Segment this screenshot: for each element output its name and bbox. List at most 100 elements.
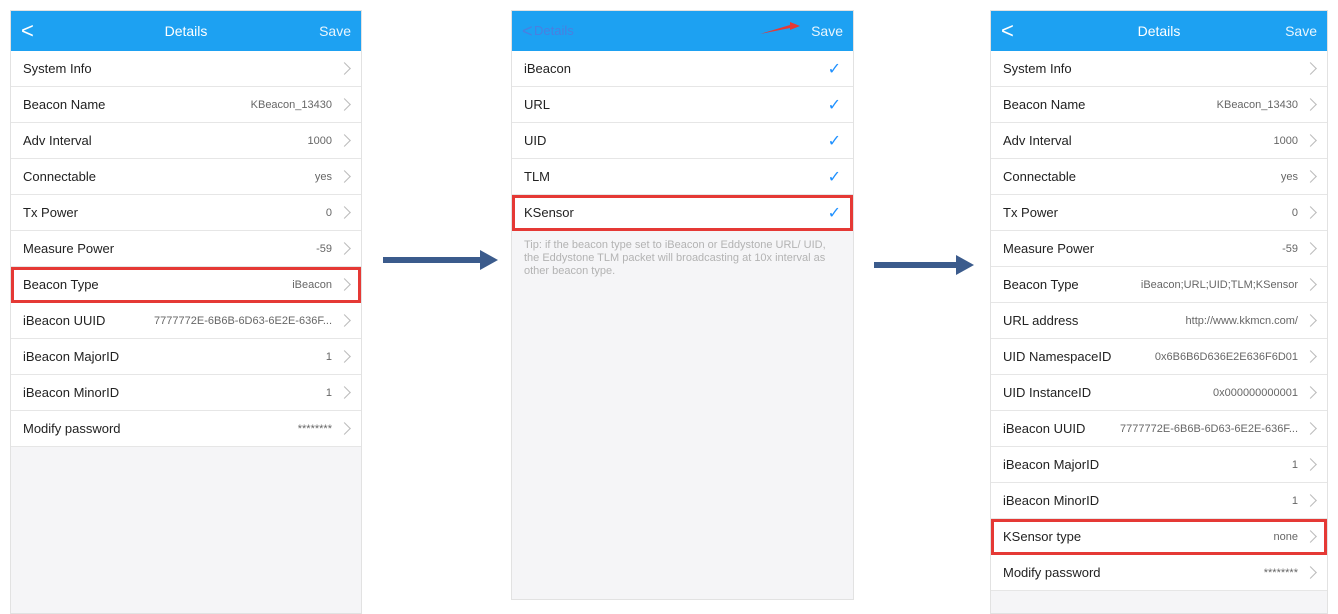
row-label: iBeacon MinorID <box>23 385 120 400</box>
row-tx-power[interactable]: Tx Power 0 <box>11 195 361 231</box>
row-value: 7777772E-6B6B-6D63-6E2E-636F... <box>154 314 332 327</box>
row-label: Modify password <box>23 421 121 436</box>
row-connectable[interactable]: Connectable yes <box>991 159 1327 195</box>
chevron-right-icon <box>338 278 351 291</box>
row-label: System Info <box>23 61 92 76</box>
chevron-right-icon <box>1304 350 1317 363</box>
row-value: ******** <box>1263 566 1298 579</box>
row-label: Beacon Type <box>1003 277 1079 292</box>
row-beacon-name[interactable]: Beacon Name KBeacon_13430 <box>11 87 361 123</box>
row-label: Tx Power <box>23 205 78 220</box>
row-modify-password[interactable]: Modify password ******** <box>11 411 361 447</box>
option-uid[interactable]: UID ✓ <box>512 123 853 159</box>
row-modify-password[interactable]: Modify password ******** <box>991 555 1327 591</box>
option-label: URL <box>524 97 551 112</box>
row-ibeacon-majorid[interactable]: iBeacon MajorID 1 <box>991 447 1327 483</box>
row-ibeacon-uuid[interactable]: iBeacon UUID 7777772E-6B6B-6D63-6E2E-636F… <box>991 411 1327 447</box>
back-button[interactable]: < <box>522 11 533 51</box>
row-measure-power[interactable]: Measure Power -59 <box>11 231 361 267</box>
details-screen-3: < Details Save System Info Beacon Name KB… <box>990 10 1328 614</box>
row-label: iBeacon UUID <box>23 313 106 328</box>
row-ksensor-type[interactable]: KSensor type none <box>991 519 1327 555</box>
save-button[interactable]: Save <box>811 11 843 51</box>
chevron-right-icon <box>1304 206 1317 219</box>
row-ibeacon-minorid[interactable]: iBeacon MinorID 1 <box>991 483 1327 519</box>
row-tx-power[interactable]: Tx Power 0 <box>991 195 1327 231</box>
details-screen-1: < Details Save System Info Beacon Name KB… <box>10 10 362 614</box>
option-label: iBeacon <box>524 61 571 76</box>
nav-bar: < Details Save <box>991 11 1327 51</box>
row-value: http://www.kkmcn.com/ <box>1185 314 1298 327</box>
chevron-right-icon <box>1304 530 1317 543</box>
nav-bar: < Details Save <box>512 11 853 51</box>
row-label: iBeacon UUID <box>1003 421 1086 436</box>
row-measure-power[interactable]: Measure Power -59 <box>991 231 1327 267</box>
option-ibeacon[interactable]: iBeacon ✓ <box>512 51 853 87</box>
chevron-right-icon <box>338 350 351 363</box>
row-adv-interval[interactable]: Adv Interval 1000 <box>11 123 361 159</box>
checkmark-icon: ✓ <box>827 132 841 150</box>
row-beacon-type[interactable]: Beacon Type iBeacon;URL;UID;TLM;KSensor <box>991 267 1327 303</box>
row-label: iBeacon MajorID <box>1003 457 1100 472</box>
save-button[interactable]: Save <box>1285 11 1317 51</box>
row-label: Modify password <box>1003 565 1101 580</box>
option-tlm[interactable]: TLM ✓ <box>512 159 853 195</box>
row-label: Connectable <box>23 169 96 184</box>
row-url-address[interactable]: URL address http://www.kkmcn.com/ <box>991 303 1327 339</box>
row-ibeacon-minorid[interactable]: iBeacon MinorID 1 <box>11 375 361 411</box>
option-url[interactable]: URL ✓ <box>512 87 853 123</box>
row-label: Adv Interval <box>1003 133 1072 148</box>
beacon-type-list: iBeacon ✓ URL ✓ UID ✓ TLM ✓ KSensor ✓ <box>512 51 853 231</box>
row-label: Beacon Type <box>23 277 99 292</box>
row-label: Tx Power <box>1003 205 1058 220</box>
row-uid-instanceid[interactable]: UID InstanceID 0x000000000001 <box>991 375 1327 411</box>
row-uid-namespaceid[interactable]: UID NamespaceID 0x6B6B6D636E2E636F6D01 <box>991 339 1327 375</box>
row-label: System Info <box>1003 61 1072 76</box>
save-button[interactable]: Save <box>319 11 351 51</box>
row-system-info[interactable]: System Info <box>11 51 361 87</box>
chevron-right-icon <box>338 206 351 219</box>
row-value: ******** <box>297 422 332 435</box>
chevron-right-icon <box>338 422 351 435</box>
checkmark-icon: ✓ <box>827 204 841 222</box>
row-label: UID InstanceID <box>1003 385 1092 400</box>
row-value: 1000 <box>307 134 332 147</box>
row-value: 0x6B6B6D636E2E636F6D01 <box>1154 350 1298 363</box>
row-value: yes <box>1280 170 1298 183</box>
checkmark-icon: ✓ <box>827 168 841 186</box>
option-label: KSensor <box>524 205 574 220</box>
row-ibeacon-majorid[interactable]: iBeacon MajorID 1 <box>11 339 361 375</box>
chevron-right-icon <box>1304 422 1317 435</box>
chevron-right-icon <box>1304 170 1317 183</box>
row-beacon-type[interactable]: Beacon Type iBeacon <box>11 267 361 303</box>
chevron-right-icon <box>338 98 351 111</box>
flow-arrow-2 <box>874 255 974 275</box>
checkmark-icon: ✓ <box>827 60 841 78</box>
chevron-right-icon <box>1304 278 1317 291</box>
row-value: 1 <box>1291 458 1298 471</box>
chevron-right-icon <box>338 314 351 327</box>
row-adv-interval[interactable]: Adv Interval 1000 <box>991 123 1327 159</box>
chevron-right-icon <box>1304 62 1317 75</box>
chevron-right-icon <box>338 386 351 399</box>
row-beacon-name[interactable]: Beacon Name KBeacon_13430 <box>991 87 1327 123</box>
row-label: URL address <box>1003 313 1079 328</box>
beacon-type-screen: < Details Save iBeacon ✓ URL ✓ UID ✓ TLM ✓ K… <box>511 10 854 600</box>
row-value: 1000 <box>1273 134 1298 147</box>
row-ibeacon-uuid[interactable]: iBeacon UUID 7777772E-6B6B-6D63-6E2E-636F… <box>11 303 361 339</box>
back-label[interactable]: Details <box>534 11 574 51</box>
row-system-info[interactable]: System Info <box>991 51 1327 87</box>
option-ksensor[interactable]: KSensor ✓ <box>512 195 853 231</box>
row-label: UID NamespaceID <box>1003 349 1112 364</box>
row-connectable[interactable]: Connectable yes <box>11 159 361 195</box>
row-value: iBeacon <box>292 278 332 291</box>
chevron-right-icon <box>1304 458 1317 471</box>
row-value: 1 <box>1291 494 1298 507</box>
option-label: TLM <box>524 169 550 184</box>
row-value: -59 <box>316 242 332 255</box>
row-value: none <box>1273 530 1298 543</box>
row-value: -59 <box>1282 242 1298 255</box>
row-label: KSensor type <box>1003 529 1082 544</box>
row-label: Beacon Name <box>1003 97 1086 112</box>
chevron-right-icon <box>1304 494 1317 507</box>
